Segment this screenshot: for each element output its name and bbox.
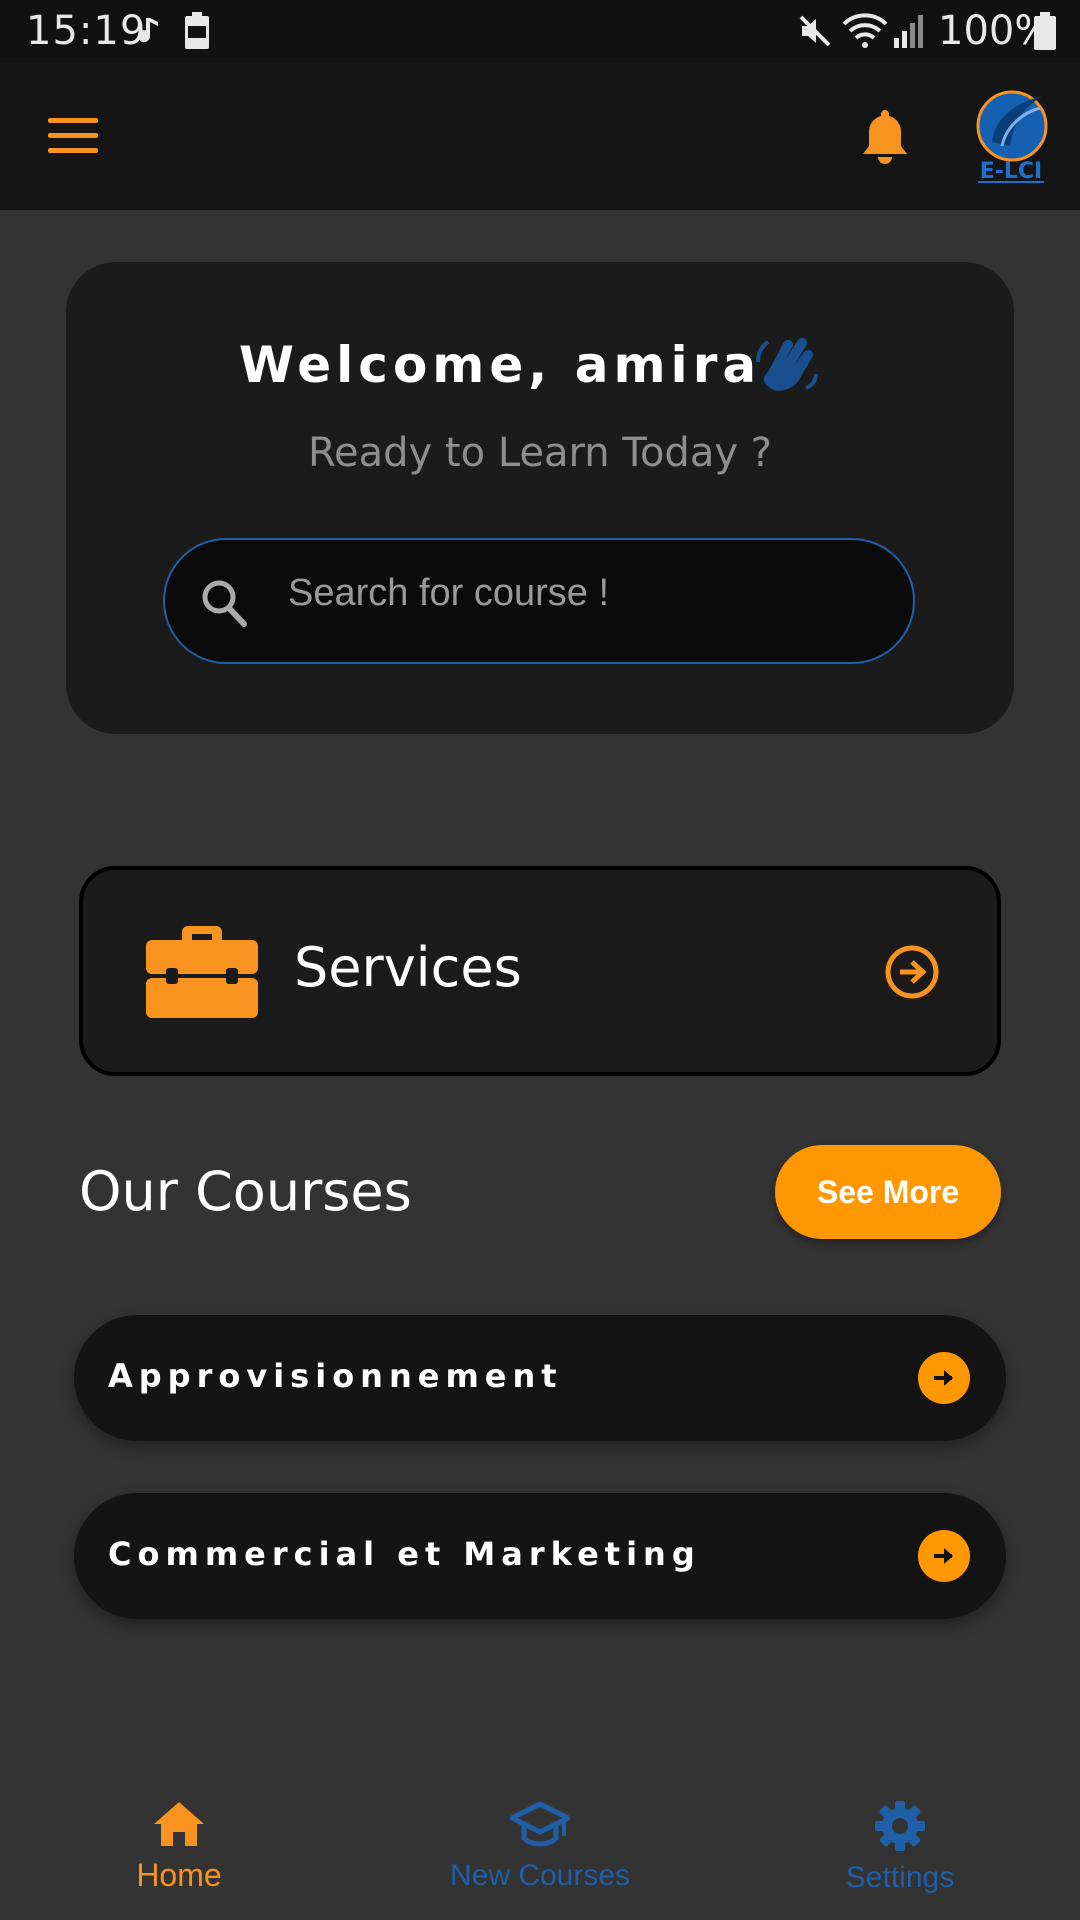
wifi-icon — [842, 13, 888, 48]
status-time: 15:19 — [26, 8, 147, 54]
arrow-right-icon[interactable] — [918, 1530, 970, 1582]
arrow-right-circle-icon[interactable] — [884, 944, 940, 1000]
battery-saver-icon — [185, 12, 209, 49]
nav-label-home: Home — [136, 1857, 222, 1893]
services-label: Services — [294, 936, 522, 999]
bell-icon[interactable] — [860, 108, 910, 164]
app-logo[interactable]: E-LCI — [972, 82, 1050, 190]
hamburger-menu-icon[interactable] — [48, 118, 98, 154]
app-bar — [0, 62, 1080, 210]
briefcase-icon — [146, 926, 258, 1018]
welcome-title: Welcome, amira — [238, 336, 762, 394]
graduation-cap-icon — [509, 1801, 571, 1847]
home-icon — [154, 1802, 204, 1846]
gear-icon — [875, 1801, 925, 1851]
courses-heading: Our Courses — [79, 1160, 412, 1223]
nav-item-home[interactable]: Home — [59, 1800, 299, 1894]
see-more-button[interactable]: See More — [775, 1145, 1001, 1239]
course-item[interactable]: Commercial et Marketing — [74, 1493, 1006, 1619]
course-label: Commercial et Marketing — [108, 1535, 701, 1573]
music-note-icon — [138, 18, 158, 43]
nav-label-settings: Settings — [845, 1861, 955, 1894]
arrow-right-icon[interactable] — [918, 1352, 970, 1404]
course-item[interactable]: Approvisionnement — [74, 1315, 1006, 1441]
mute-icon — [799, 15, 831, 47]
nav-label-new-courses: New Courses — [449, 1859, 631, 1892]
nav-item-new-courses[interactable]: New Courses — [420, 1800, 660, 1893]
waving-hand-icon — [756, 337, 818, 391]
course-label: Approvisionnement — [108, 1357, 563, 1395]
status-bar: 15:19 100% — [0, 0, 1080, 62]
search-icon — [202, 580, 247, 627]
battery-icon — [1034, 12, 1056, 50]
welcome-subtitle: Ready to Learn Today ? — [308, 430, 772, 476]
nav-item-settings[interactable]: Settings — [780, 1800, 1020, 1895]
logo-text: E-LCI — [980, 159, 1043, 184]
signal-icon — [894, 15, 923, 48]
search-placeholder[interactable]: Search for course ! — [288, 572, 609, 615]
